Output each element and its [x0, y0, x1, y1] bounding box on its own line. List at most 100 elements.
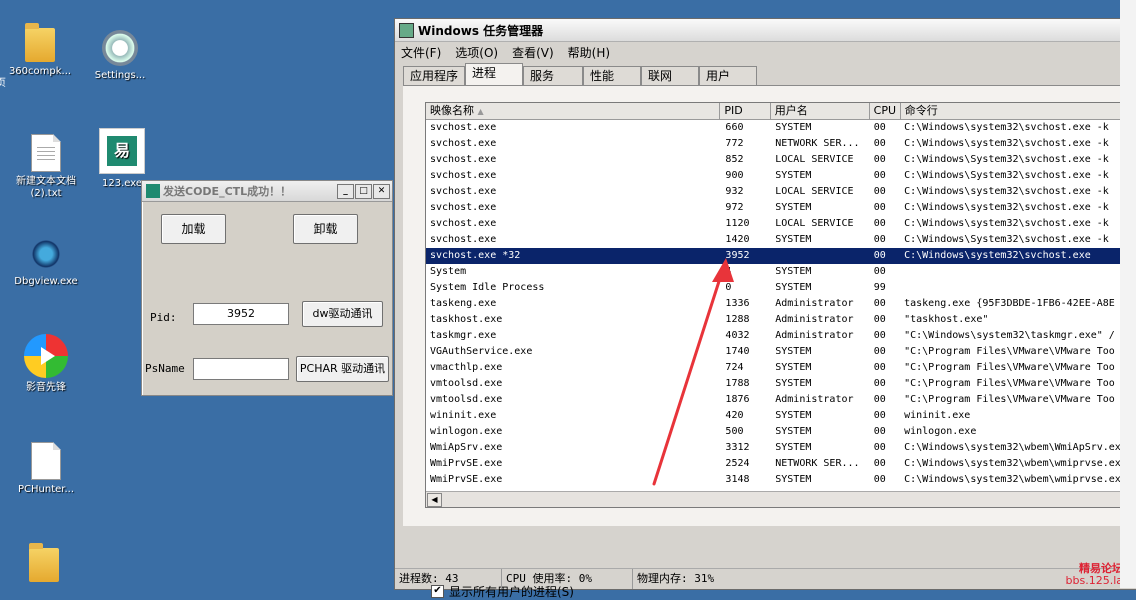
col-cpu[interactable]: CPU	[870, 103, 901, 119]
status-cpu-usage: CPU 使用率: 0%	[502, 569, 633, 589]
tab-applications[interactable]: 应用程序	[403, 66, 466, 85]
menu-view[interactable]: 查看(V)	[512, 44, 554, 61]
table-row[interactable]: svchost.exe *32 3952 00 C:\Windows\system32…	[426, 248, 1136, 264]
task-manager-window: Windows 任务管理器 文件(F) 选项(O) 查看(V) 帮助(H) 应用…	[394, 18, 1136, 599]
unload-button[interactable]: 卸载	[293, 214, 358, 244]
table-row[interactable]: svchost.exe 660 SYSTEM 00 C:\Windows\system3…	[426, 120, 1136, 136]
table-row[interactable]: taskmgr.exe 4032 Administrator 00 "C:\Window…	[426, 328, 1136, 344]
processes-pane: 映像名称 ▲ PID 用户名 CPU 命令行 svchost.exe 660 SYS…	[403, 85, 1136, 599]
cell-image-name: svchost.exe	[430, 186, 497, 197]
desktop-icon-label: 新建文本文档 (2).txt	[16, 176, 76, 199]
pchar-driver-button[interactable]: PCHAR 驱动通讯	[296, 356, 389, 382]
table-row[interactable]: vmtoolsd.exe 1788 SYSTEM 00 "C:\Program File…	[426, 376, 1136, 392]
table-row[interactable]: svchost.exe 972 SYSTEM 00 C:\Windows\system3…	[426, 200, 1136, 216]
desktop-icon-textfile[interactable]: 新建文本文档 (2).txt	[6, 134, 86, 200]
settings-icon	[102, 30, 138, 66]
cell-image-name: WmiApSrv.exe	[430, 442, 503, 453]
maximize-button[interactable]: □	[355, 184, 372, 199]
cell-image-name: svchost.exe	[430, 170, 497, 181]
tab-processes[interactable]: 进程	[465, 63, 524, 85]
cell-cpu: 00	[873, 362, 886, 373]
table-row[interactable]: WmiPrvSE.exe 2524 NETWORK SER... 00 C:\Windo…	[426, 456, 1136, 472]
tab-networking[interactable]: 联网	[641, 66, 700, 85]
col-pid[interactable]: PID	[720, 103, 771, 119]
table-row[interactable]: WmiApSrv.exe 3312 SYSTEM 00 C:\Windows\syste…	[426, 440, 1136, 456]
cell-pid: 772	[725, 138, 744, 149]
pid-label: Pid:	[150, 311, 177, 324]
cell-command-line: C:\Windows\system32\svchost.exe -k	[904, 186, 1109, 197]
menu-options[interactable]: 选项(O)	[455, 44, 498, 61]
cell-username: SYSTEM	[775, 346, 812, 357]
desktop-icon-player[interactable]: 影音先锋	[6, 334, 86, 394]
cell-image-name: winlogon.exe	[430, 426, 503, 437]
cell-command-line: "C:\Windows\system32\taskmgr.exe" /	[904, 330, 1115, 341]
table-row[interactable]: WmiPrvSE.exe 3148 SYSTEM 00 C:\Windows\syste…	[426, 472, 1136, 488]
dialog-titlebar[interactable]: 发送CODE_CTL成功！！ _ □ ✕	[142, 181, 392, 202]
cell-username: SYSTEM	[775, 234, 812, 245]
table-row[interactable]: vmtoolsd.exe 1876 Administrator 00 "C:\Progr…	[426, 392, 1136, 408]
table-row[interactable]: winlogon.exe 500 SYSTEM 00 winlogon.exe	[426, 424, 1136, 440]
table-row[interactable]: svchost.exe 852 LOCAL SERVICE 00 C:\Windows\…	[426, 152, 1136, 168]
table-row[interactable]: wininit.exe 420 SYSTEM 00 wininit.exe	[426, 408, 1136, 424]
table-header: 映像名称 ▲ PID 用户名 CPU 命令行	[426, 103, 1136, 120]
table-row[interactable]: svchost.exe 1120 LOCAL SERVICE 00 C:\Windows…	[426, 216, 1136, 232]
scroll-left-icon[interactable]: ◀	[427, 493, 442, 507]
cell-pid: 1788	[725, 378, 750, 389]
load-button[interactable]: 加载	[161, 214, 226, 244]
desktop-icon-label: Dbgview.exe	[14, 276, 78, 287]
cell-cpu: 00	[873, 138, 886, 149]
psname-input[interactable]	[193, 358, 289, 380]
cell-pid: 1740	[725, 346, 750, 357]
cell-username: NETWORK SER...	[775, 138, 860, 149]
cell-pid: 972	[725, 202, 744, 213]
desktop-icon-folder-bottom[interactable]	[4, 543, 84, 586]
table-row[interactable]: System Idle Process 0 SYSTEM 99	[426, 280, 1136, 296]
cell-pid: 1420	[725, 234, 750, 245]
desktop-icon-settings[interactable]: Settings...	[80, 30, 160, 82]
dw-driver-button[interactable]: dw驱动通讯	[302, 301, 383, 327]
tab-performance[interactable]: 性能	[583, 66, 642, 85]
desktop-icon-360compk[interactable]: 360compk...	[0, 23, 80, 78]
cell-command-line	[900, 264, 1136, 280]
cell-image-name: System Idle Process	[430, 282, 545, 293]
col-image-name[interactable]: 映像名称 ▲	[426, 103, 721, 119]
menu-file[interactable]: 文件(F)	[401, 44, 441, 61]
table-row[interactable]: svchost.exe 772 NETWORK SER... 00 C:\Windows…	[426, 136, 1136, 152]
horizontal-scrollbar[interactable]: ◀	[426, 491, 1136, 507]
table-row[interactable]: svchost.exe 1420 SYSTEM 00 C:\Windows\System…	[426, 232, 1136, 248]
table-row[interactable]: VGAuthService.exe 1740 SYSTEM 00 "C:\Program…	[426, 344, 1136, 360]
cell-username: NETWORK SER...	[775, 458, 860, 469]
cell-username: LOCAL SERVICE	[775, 154, 854, 165]
folder-icon	[25, 23, 55, 62]
table-row[interactable]: System 4 SYSTEM 00	[426, 264, 1136, 280]
status-process-count: 进程数: 43	[395, 569, 502, 589]
table-row[interactable]: svchost.exe 932 LOCAL SERVICE 00 C:\Windows\…	[426, 184, 1136, 200]
cell-username: LOCAL SERVICE	[775, 218, 854, 229]
col-command-line[interactable]: 命令行	[901, 103, 1136, 119]
table-row[interactable]: taskhost.exe 1288 Administrator 00 "taskhost…	[426, 312, 1136, 328]
close-button[interactable]: ✕	[373, 184, 390, 199]
tab-services[interactable]: 服务	[523, 66, 584, 85]
cell-username: Administrator	[775, 298, 854, 309]
table-row[interactable]: svchost.exe 900 SYSTEM 00 C:\Windows\System3…	[426, 168, 1136, 184]
cell-cpu: 99	[873, 282, 886, 293]
cell-username: Administrator	[775, 330, 854, 341]
cell-image-name: svchost.exe	[430, 202, 497, 213]
taskmgr-titlebar[interactable]: Windows 任务管理器	[395, 19, 1136, 42]
pid-input[interactable]: 3952	[193, 303, 289, 325]
cell-command-line: "C:\Program Files\VMware\VMware Too	[904, 394, 1115, 405]
tab-users[interactable]: 用户	[699, 66, 758, 85]
menu-help[interactable]: 帮助(H)	[568, 44, 610, 61]
table-row[interactable]: taskeng.exe 1336 Administrator 00 taskeng.ex…	[426, 296, 1136, 312]
desktop-icon-dbgview[interactable]: Dbgview.exe	[6, 236, 86, 288]
col-username[interactable]: 用户名	[771, 103, 870, 119]
cell-command-line: C:\Windows\System32\svchost.exe -k	[904, 234, 1109, 245]
cell-username: SYSTEM	[775, 122, 812, 133]
desktop-icon-pchunter[interactable]: PCHunter...	[6, 442, 86, 496]
minimize-button[interactable]: _	[337, 184, 354, 199]
table-row[interactable]: vmacthlp.exe 724 SYSTEM 00 "C:\Program Files…	[426, 360, 1136, 376]
cell-username: SYSTEM	[775, 442, 812, 453]
cell-cpu: 00	[873, 426, 886, 437]
cell-username: SYSTEM	[775, 202, 812, 213]
cell-image-name: svchost.exe	[430, 138, 497, 149]
